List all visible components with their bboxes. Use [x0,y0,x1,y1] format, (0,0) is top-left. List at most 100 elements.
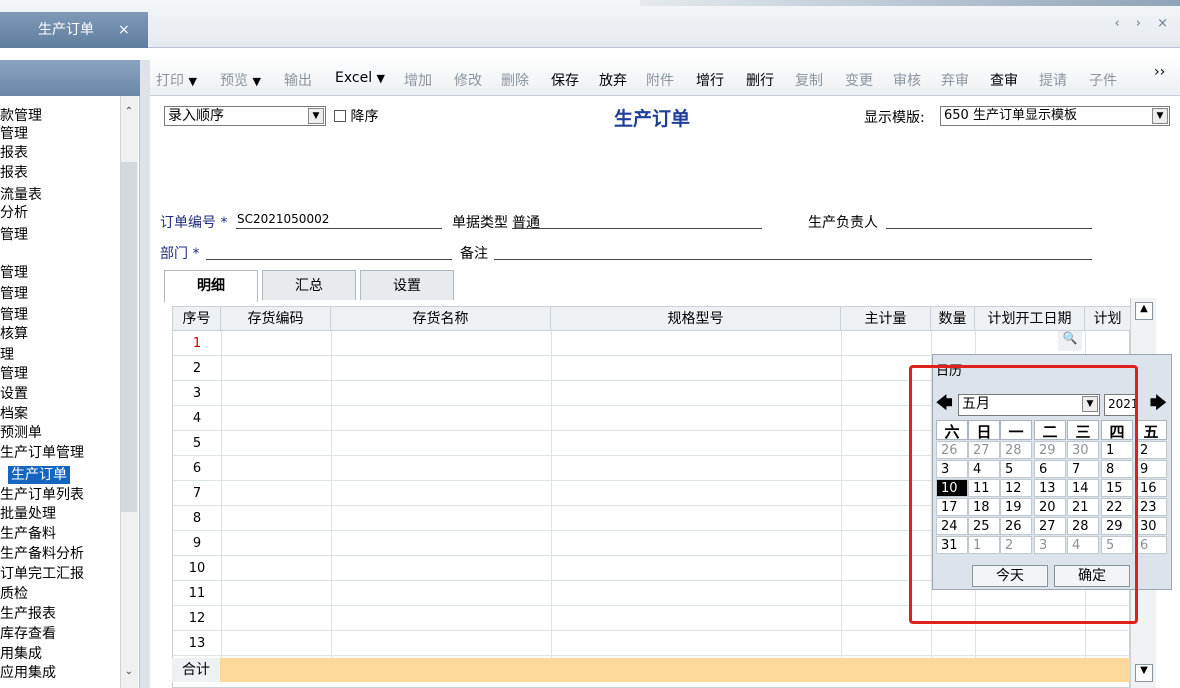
row-number: 9 [192,536,202,551]
tree-item[interactable]: 档案 [0,405,28,423]
navigation-tree: 款管理 管理 报表 报表 流量表 分析 管理 管理 管理 管理 核算理管理 设置 档案 预测单 生产订单管理… [0,96,140,688]
order-no-underline [236,228,442,229]
submit-button[interactable]: 提请 [1039,70,1067,90]
tree-item[interactable]: 库存查看 [0,625,56,643]
tree-item[interactable]: 管理 [0,285,28,303]
descending-label: 降序 [350,109,379,125]
weekday-header: 五 [1135,420,1167,441]
tree-item[interactable]: 管理 [0,264,28,282]
checkbox-icon[interactable] [334,110,346,122]
scroll-up-icon[interactable]: ⌃ [121,106,137,117]
chevron-down-icon[interactable]: ▼ [308,108,324,124]
tree-item[interactable]: 管理 [0,306,28,324]
tab-settings[interactable]: 设置 [360,270,454,300]
tree-item[interactable]: 批量处理 [0,505,56,523]
tree-item[interactable]: 生产备料分析 [0,545,84,563]
scroll-up-icon[interactable]: ▲ [1135,302,1153,320]
next-month-icon[interactable]: 🡆 [1150,392,1167,419]
sort-order-select[interactable]: 录入顺序 ▼ [164,106,326,126]
tab-production-order[interactable]: 生产订单 × [0,12,148,48]
column-divider [221,331,222,659]
department-field[interactable] [206,259,452,260]
table-row[interactable]: 13 [173,631,1131,656]
tab-detail[interactable]: 明细 [164,270,258,302]
row-number: 11 [188,586,206,601]
edit-button[interactable]: 修改 [454,70,482,90]
column-header[interactable]: 计划开工日期 [975,307,1085,331]
delete-button[interactable]: 删除 [501,70,529,90]
tree-item[interactable]: 订单完工汇报 [0,565,84,583]
tree-item[interactable]: 核算 [0,325,28,343]
add-row-button[interactable]: 增行 [696,70,724,90]
query-audit-button[interactable]: 查审 [990,70,1018,90]
tree-item[interactable]: 报表 [0,164,28,182]
tree-item[interactable]: 生产备料 [0,525,56,543]
calendar-day[interactable]: 6 [1135,536,1167,554]
tree-item[interactable]: 管理 [0,226,28,244]
preview-dropdown-icon: ▼ [252,75,261,88]
tree-item[interactable]: 生产报表 [0,605,56,623]
tree-item[interactable]: 用集成 [0,645,42,663]
scroll-down-icon[interactable]: ⌄ [121,666,137,677]
column-header[interactable]: 规格型号 [551,307,841,331]
tab-navigation-icons[interactable]: ‹ › × [1114,16,1174,31]
close-tab-icon[interactable]: × [118,12,130,48]
tree-item[interactable]: 分析 [0,204,28,222]
tree-item[interactable]: 理 [0,346,14,364]
remark-field[interactable] [494,259,1092,260]
add-button[interactable]: 增加 [404,70,432,90]
tree-item[interactable]: 生产订单管理 [0,444,84,462]
doc-type-field[interactable]: 普通 [512,212,540,232]
tab-summary[interactable]: 汇总 [262,270,356,300]
tree-item[interactable]: 管理 [0,125,28,143]
panel-splitter[interactable] [140,60,150,688]
tree-item[interactable]: 设置 [0,385,28,403]
discard-button[interactable]: 放弃 [599,70,627,90]
scroll-down-icon[interactable]: ▼ [1135,664,1153,682]
column-header[interactable]: 计划 [1085,307,1131,331]
excel-button[interactable]: Excel ▼ [335,70,385,86]
copy-button[interactable]: 复制 [795,70,823,90]
more-icon[interactable]: ›› [1154,64,1165,80]
tree-item[interactable]: 管理 [0,365,28,383]
tree-item[interactable]: 款管理 [0,107,42,125]
column-header[interactable]: 序号 [173,307,221,331]
preview-button[interactable]: 预览 ▼ [220,70,261,90]
save-button[interactable]: 保存 [551,70,579,90]
calendar-day[interactable]: 23 [1135,498,1167,516]
audit-button[interactable]: 审核 [893,70,921,90]
total-row [172,658,1130,682]
tree-item[interactable]: 质检 [0,585,28,603]
calendar-day[interactable]: 16 [1135,479,1167,497]
unaudit-button[interactable]: 弃审 [941,70,969,90]
delete-row-button[interactable]: 删行 [746,70,774,90]
row-number: 1 [192,336,202,351]
output-button[interactable]: 输出 [284,70,312,90]
column-header[interactable]: 存货编码 [221,307,331,331]
chevron-down-icon[interactable]: ▼ [1152,108,1168,124]
order-no-field[interactable]: SC2021050002 [237,212,329,226]
tree-item-selected[interactable]: 生产订单 [8,466,70,484]
production-manager-field[interactable] [886,228,1092,229]
row-number: 10 [188,561,206,576]
column-header[interactable]: 数量 [931,307,975,331]
calendar-day[interactable]: 9 [1135,460,1167,478]
calendar-day[interactable]: 2 [1135,441,1167,459]
calendar-day[interactable]: 30 [1135,517,1167,535]
tree-item[interactable]: 生产订单列表 [0,486,84,504]
column-header[interactable]: 存货名称 [331,307,551,331]
search-icon[interactable]: 🔍 [1058,331,1082,351]
tree-item[interactable]: 应用集成 [0,664,56,682]
tree-scrollbar-thumb[interactable] [121,162,137,512]
attachment-button[interactable]: 附件 [646,70,674,90]
child-button[interactable]: 子件 [1089,70,1117,90]
tree-item[interactable]: 预测单 [0,424,42,442]
tree-item[interactable]: 报表 [0,144,28,162]
change-button[interactable]: 变更 [845,70,873,90]
table-row[interactable]: 1 [173,331,1131,356]
template-select[interactable]: 650 生产订单显示模板 ▼ [940,106,1170,126]
print-button[interactable]: 打印 ▼ [156,70,197,90]
tree-item[interactable]: 流量表 [0,186,42,204]
descending-checkbox[interactable]: 降序 [334,106,378,126]
column-header[interactable]: 主计量 [841,307,931,331]
